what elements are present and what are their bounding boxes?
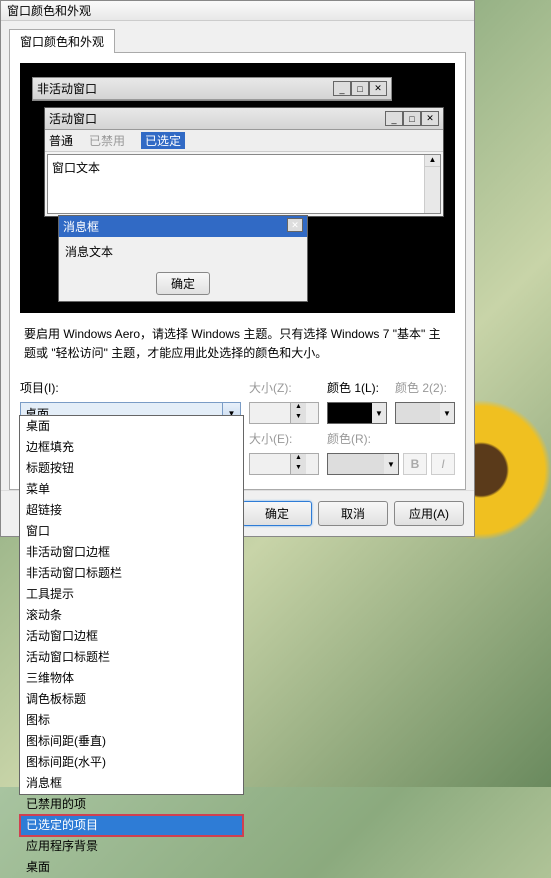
size-spinner[interactable]: ▲▼ [249, 402, 319, 424]
minimize-icon[interactable]: _ [385, 111, 403, 126]
dropdown-item[interactable]: 已禁用的项 [20, 794, 243, 815]
tab-appearance[interactable]: 窗口颜色和外观 [9, 29, 115, 53]
menu-normal[interactable]: 普通 [49, 132, 73, 149]
dropdown-item[interactable]: 图标 [20, 710, 243, 731]
color1-picker[interactable]: ▼ [327, 402, 387, 424]
info-text: 要启用 Windows Aero，请选择 Windows 主题。只有选择 Win… [20, 313, 455, 375]
item-label: 项目(I): [20, 379, 241, 396]
msgbox-ok-button[interactable]: 确定 [156, 272, 210, 295]
italic-button: I [431, 453, 455, 475]
size-input[interactable] [250, 403, 290, 423]
preview-window-body: 窗口文本 ▲ [47, 154, 441, 214]
font-color-picker: ▼ [327, 453, 399, 475]
active-window-title: 活动窗口 [49, 110, 385, 127]
minimize-icon[interactable]: _ [333, 81, 351, 96]
dropdown-item[interactable]: 活动窗口标题栏 [20, 647, 243, 668]
menu-selected[interactable]: 已选定 [141, 132, 185, 149]
chevron-down-icon[interactable]: ▼ [372, 403, 386, 423]
dropdown-item[interactable]: 桌面 [20, 416, 243, 437]
chevron-down-icon: ▼ [440, 403, 454, 423]
size2-spinner: ▲▼ [249, 453, 319, 475]
spinner-down-icon[interactable]: ▼ [290, 413, 306, 423]
color2-label: 颜色 2(2): [395, 379, 455, 396]
preview-area: 非活动窗口 _ □ ✕ 活动窗口 _ □ ✕ [20, 63, 455, 313]
scrollbar[interactable]: ▲ [424, 155, 440, 213]
color1-label: 颜色 1(L): [327, 379, 387, 396]
dialog-title: 窗口颜色和外观 [7, 2, 91, 19]
window-text: 窗口文本 [52, 161, 100, 175]
dropdown-item[interactable]: 滚动条 [20, 605, 243, 626]
preview-active-window: 活动窗口 _ □ ✕ 普通 已禁用 已选定 窗口文本 [44, 107, 444, 217]
colorr-label: 颜色(R): [327, 430, 455, 447]
dropdown-item[interactable]: 应用程序背景 [20, 836, 243, 857]
size2-label: 大小(E): [249, 430, 319, 447]
size-label: 大小(Z): [249, 379, 319, 396]
dropdown-item[interactable]: 图标间距(水平) [20, 752, 243, 773]
preview-inactive-window: 非活动窗口 _ □ ✕ [32, 77, 392, 101]
bold-button: B [403, 453, 427, 475]
dropdown-item[interactable]: 工具提示 [20, 584, 243, 605]
dropdown-item[interactable]: 调色板标题 [20, 689, 243, 710]
inactive-window-title: 非活动窗口 [37, 80, 333, 97]
dropdown-item[interactable]: 边框填充 [20, 437, 243, 458]
msgbox-title: 消息框 [63, 218, 287, 235]
dropdown-item[interactable]: 非活动窗口标题栏 [20, 563, 243, 584]
maximize-icon[interactable]: □ [351, 81, 369, 96]
color2-swatch [396, 403, 440, 423]
dropdown-item[interactable]: 活动窗口边框 [20, 626, 243, 647]
dropdown-item[interactable]: 已选定的项目 [20, 815, 243, 836]
dialog-titlebar[interactable]: 窗口颜色和外观 [1, 1, 474, 21]
color2-picker: ▼ [395, 402, 455, 424]
dropdown-item[interactable]: 桌面 [20, 857, 243, 878]
menu-disabled: 已禁用 [89, 132, 125, 149]
dropdown-item[interactable]: 非活动窗口边框 [20, 542, 243, 563]
spinner-down-icon: ▼ [290, 464, 306, 474]
dropdown-item[interactable]: 图标间距(垂直) [20, 731, 243, 752]
dropdown-item[interactable]: 消息框 [20, 773, 243, 794]
dropdown-item[interactable]: 菜单 [20, 479, 243, 500]
spinner-up-icon[interactable]: ▲ [290, 403, 306, 413]
dropdown-item[interactable]: 超链接 [20, 500, 243, 521]
maximize-icon[interactable]: □ [403, 111, 421, 126]
dropdown-item[interactable]: 标题按钮 [20, 458, 243, 479]
color1-swatch [328, 403, 372, 423]
close-icon[interactable]: ✕ [421, 111, 439, 126]
close-icon[interactable]: ✕ [369, 81, 387, 96]
dropdown-item[interactable]: 三维物体 [20, 668, 243, 689]
size2-input [250, 454, 290, 474]
chevron-down-icon: ▼ [384, 454, 398, 474]
preview-menu: 普通 已禁用 已选定 [45, 130, 443, 152]
apply-button[interactable]: 应用(A) [394, 501, 464, 526]
spinner-up-icon: ▲ [290, 454, 306, 464]
item-dropdown-list[interactable]: 桌面边框填充标题按钮菜单超链接窗口非活动窗口边框非活动窗口标题栏工具提示滚动条活… [19, 415, 244, 795]
ok-button[interactable]: 确定 [242, 501, 312, 526]
preview-msgbox: 消息框 ✕ 消息文本 确定 [58, 215, 308, 302]
close-icon[interactable]: ✕ [287, 218, 303, 232]
msgbox-text: 消息文本 [65, 245, 113, 259]
dropdown-item[interactable]: 窗口 [20, 521, 243, 542]
cancel-button[interactable]: 取消 [318, 501, 388, 526]
font-color-swatch [328, 454, 384, 474]
